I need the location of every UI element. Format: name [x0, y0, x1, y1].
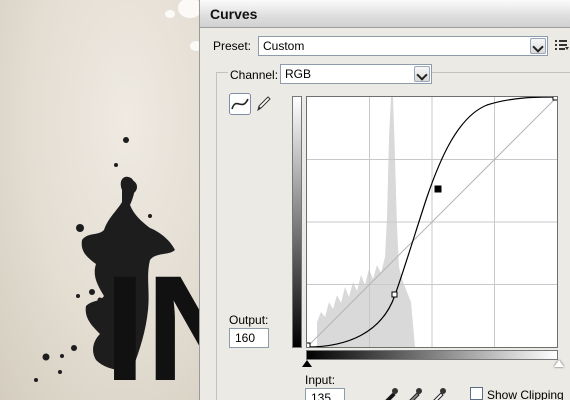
white-point-slider[interactable]: [554, 360, 564, 367]
channel-label: Channel:: [228, 68, 281, 82]
pencil-tool-button[interactable]: [254, 93, 276, 115]
output-label: Output:: [229, 313, 269, 327]
eyedropper-black-icon[interactable]: [382, 386, 400, 400]
black-point-slider[interactable]: [302, 360, 312, 367]
show-clipping-label[interactable]: Show Clipping: [487, 388, 564, 400]
output-field[interactable]: 160: [229, 328, 269, 348]
channel-group-border-left: [216, 72, 217, 400]
pencil-icon: [257, 96, 271, 112]
curves-dialog: Curves Preset: Custom Channel: RGB Outpu…: [199, 0, 570, 400]
dialog-titlebar[interactable]: Curves: [200, 0, 570, 28]
curve-point-selected[interactable]: [434, 185, 442, 193]
eyedropper-white-icon[interactable]: [430, 386, 448, 400]
curve-point-white[interactable]: [552, 94, 559, 101]
curve-point-black[interactable]: [304, 342, 311, 349]
curve-graph-canvas[interactable]: [304, 94, 559, 349]
curve-graph[interactable]: [304, 94, 559, 349]
curve-points-icon: [231, 98, 249, 110]
input-label: Input:: [305, 373, 336, 387]
input-gradient-bar: [306, 350, 558, 360]
dialog-title: Curves: [210, 6, 258, 22]
preset-label: Preset:: [213, 39, 252, 53]
preset-options-icon[interactable]: [555, 38, 569, 52]
channel-value: RGB: [285, 67, 312, 81]
chevron-down-icon: [414, 66, 430, 82]
input-field[interactable]: 135: [305, 388, 345, 400]
output-gradient-bar: [292, 96, 302, 348]
channel-dropdown[interactable]: RGB: [280, 64, 432, 84]
curve-points-tool-button[interactable]: [229, 93, 251, 115]
background-canvas: IN: [0, 0, 210, 400]
artwork-letters: IN: [104, 244, 210, 400]
preset-dropdown[interactable]: Custom: [258, 36, 548, 56]
chevron-down-icon: [530, 38, 546, 54]
ink-splatter-artwork: IN: [34, 0, 210, 400]
eyedropper-gray-icon[interactable]: [406, 386, 424, 400]
show-clipping-checkbox[interactable]: [470, 387, 483, 400]
preset-value: Custom: [263, 39, 305, 53]
curve-point-shadow[interactable]: [391, 291, 398, 298]
